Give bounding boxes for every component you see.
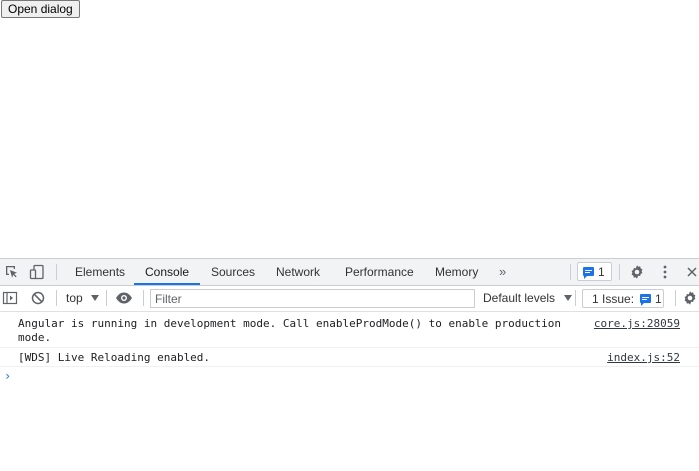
tab-sources[interactable]: Sources	[211, 259, 255, 285]
toolbar-divider	[619, 264, 620, 280]
tab-memory[interactable]: Memory	[435, 259, 478, 285]
toolbar-divider	[56, 264, 57, 280]
message-icon	[583, 267, 594, 279]
issues-label: 1 Issue:	[592, 291, 635, 306]
sidebar-toggle-icon[interactable]	[0, 288, 20, 308]
devtools-main-toolbar: Elements Console Sources Network Perform…	[0, 259, 699, 286]
console-message-text: Angular is running in development mode. …	[18, 317, 562, 344]
gear-icon[interactable]	[682, 288, 699, 308]
tab-elements[interactable]: Elements	[75, 259, 125, 285]
device-toolbar-icon[interactable]	[27, 262, 47, 282]
issues-count: 1	[655, 291, 662, 306]
issues-button[interactable]: 1 Issue: 1	[582, 289, 664, 308]
messages-badge[interactable]: 1	[577, 262, 612, 281]
console-message: [WDS] Live Reloading enabled. index.js:5…	[0, 348, 699, 367]
console-message: Angular is running in development mode. …	[0, 312, 699, 348]
toolbar-divider	[570, 264, 571, 280]
inspect-element-icon[interactable]	[2, 262, 22, 282]
devtools-panel: Elements Console Sources Network Perform…	[0, 258, 699, 471]
toolbar-divider	[56, 290, 57, 306]
console-toolbar: top Default levels 1 Issue:	[0, 286, 699, 312]
filter-input[interactable]	[150, 289, 475, 308]
live-expression-icon[interactable]	[114, 288, 134, 308]
active-tab-indicator	[134, 283, 200, 285]
tab-network[interactable]: Network	[276, 259, 320, 285]
console-prompt-icon[interactable]: ›	[4, 369, 11, 383]
log-levels-label: Default levels	[483, 291, 556, 305]
tab-console[interactable]: Console	[145, 259, 189, 285]
toolbar-divider	[143, 290, 144, 306]
console-message-text: [WDS] Live Reloading enabled.	[18, 351, 211, 364]
open-dialog-button[interactable]: Open dialog	[1, 0, 80, 18]
page: Open dialog Elements Console Sources Net…	[0, 0, 699, 471]
message-icon	[640, 294, 652, 306]
gear-icon[interactable]	[627, 262, 647, 282]
messages-badge-count: 1	[598, 264, 605, 279]
log-levels-dropdown[interactable]: Default levels	[483, 290, 573, 307]
toolbar-divider	[575, 290, 576, 306]
more-tabs-chevron-icon[interactable]: »	[499, 264, 506, 279]
context-select[interactable]: top	[66, 290, 100, 307]
close-icon[interactable]	[684, 262, 699, 282]
clear-console-icon[interactable]	[28, 288, 48, 308]
toolbar-divider	[675, 290, 676, 306]
console-message-source-link[interactable]: core.js:28059	[594, 317, 680, 331]
toolbar-divider	[106, 290, 107, 306]
context-value: top	[66, 291, 83, 305]
kebab-menu-icon[interactable]	[655, 262, 675, 282]
tab-performance[interactable]: Performance	[345, 259, 414, 285]
chevron-down-icon	[564, 295, 573, 301]
chevron-down-icon	[91, 295, 100, 301]
console-message-source-link[interactable]: index.js:52	[607, 351, 680, 365]
